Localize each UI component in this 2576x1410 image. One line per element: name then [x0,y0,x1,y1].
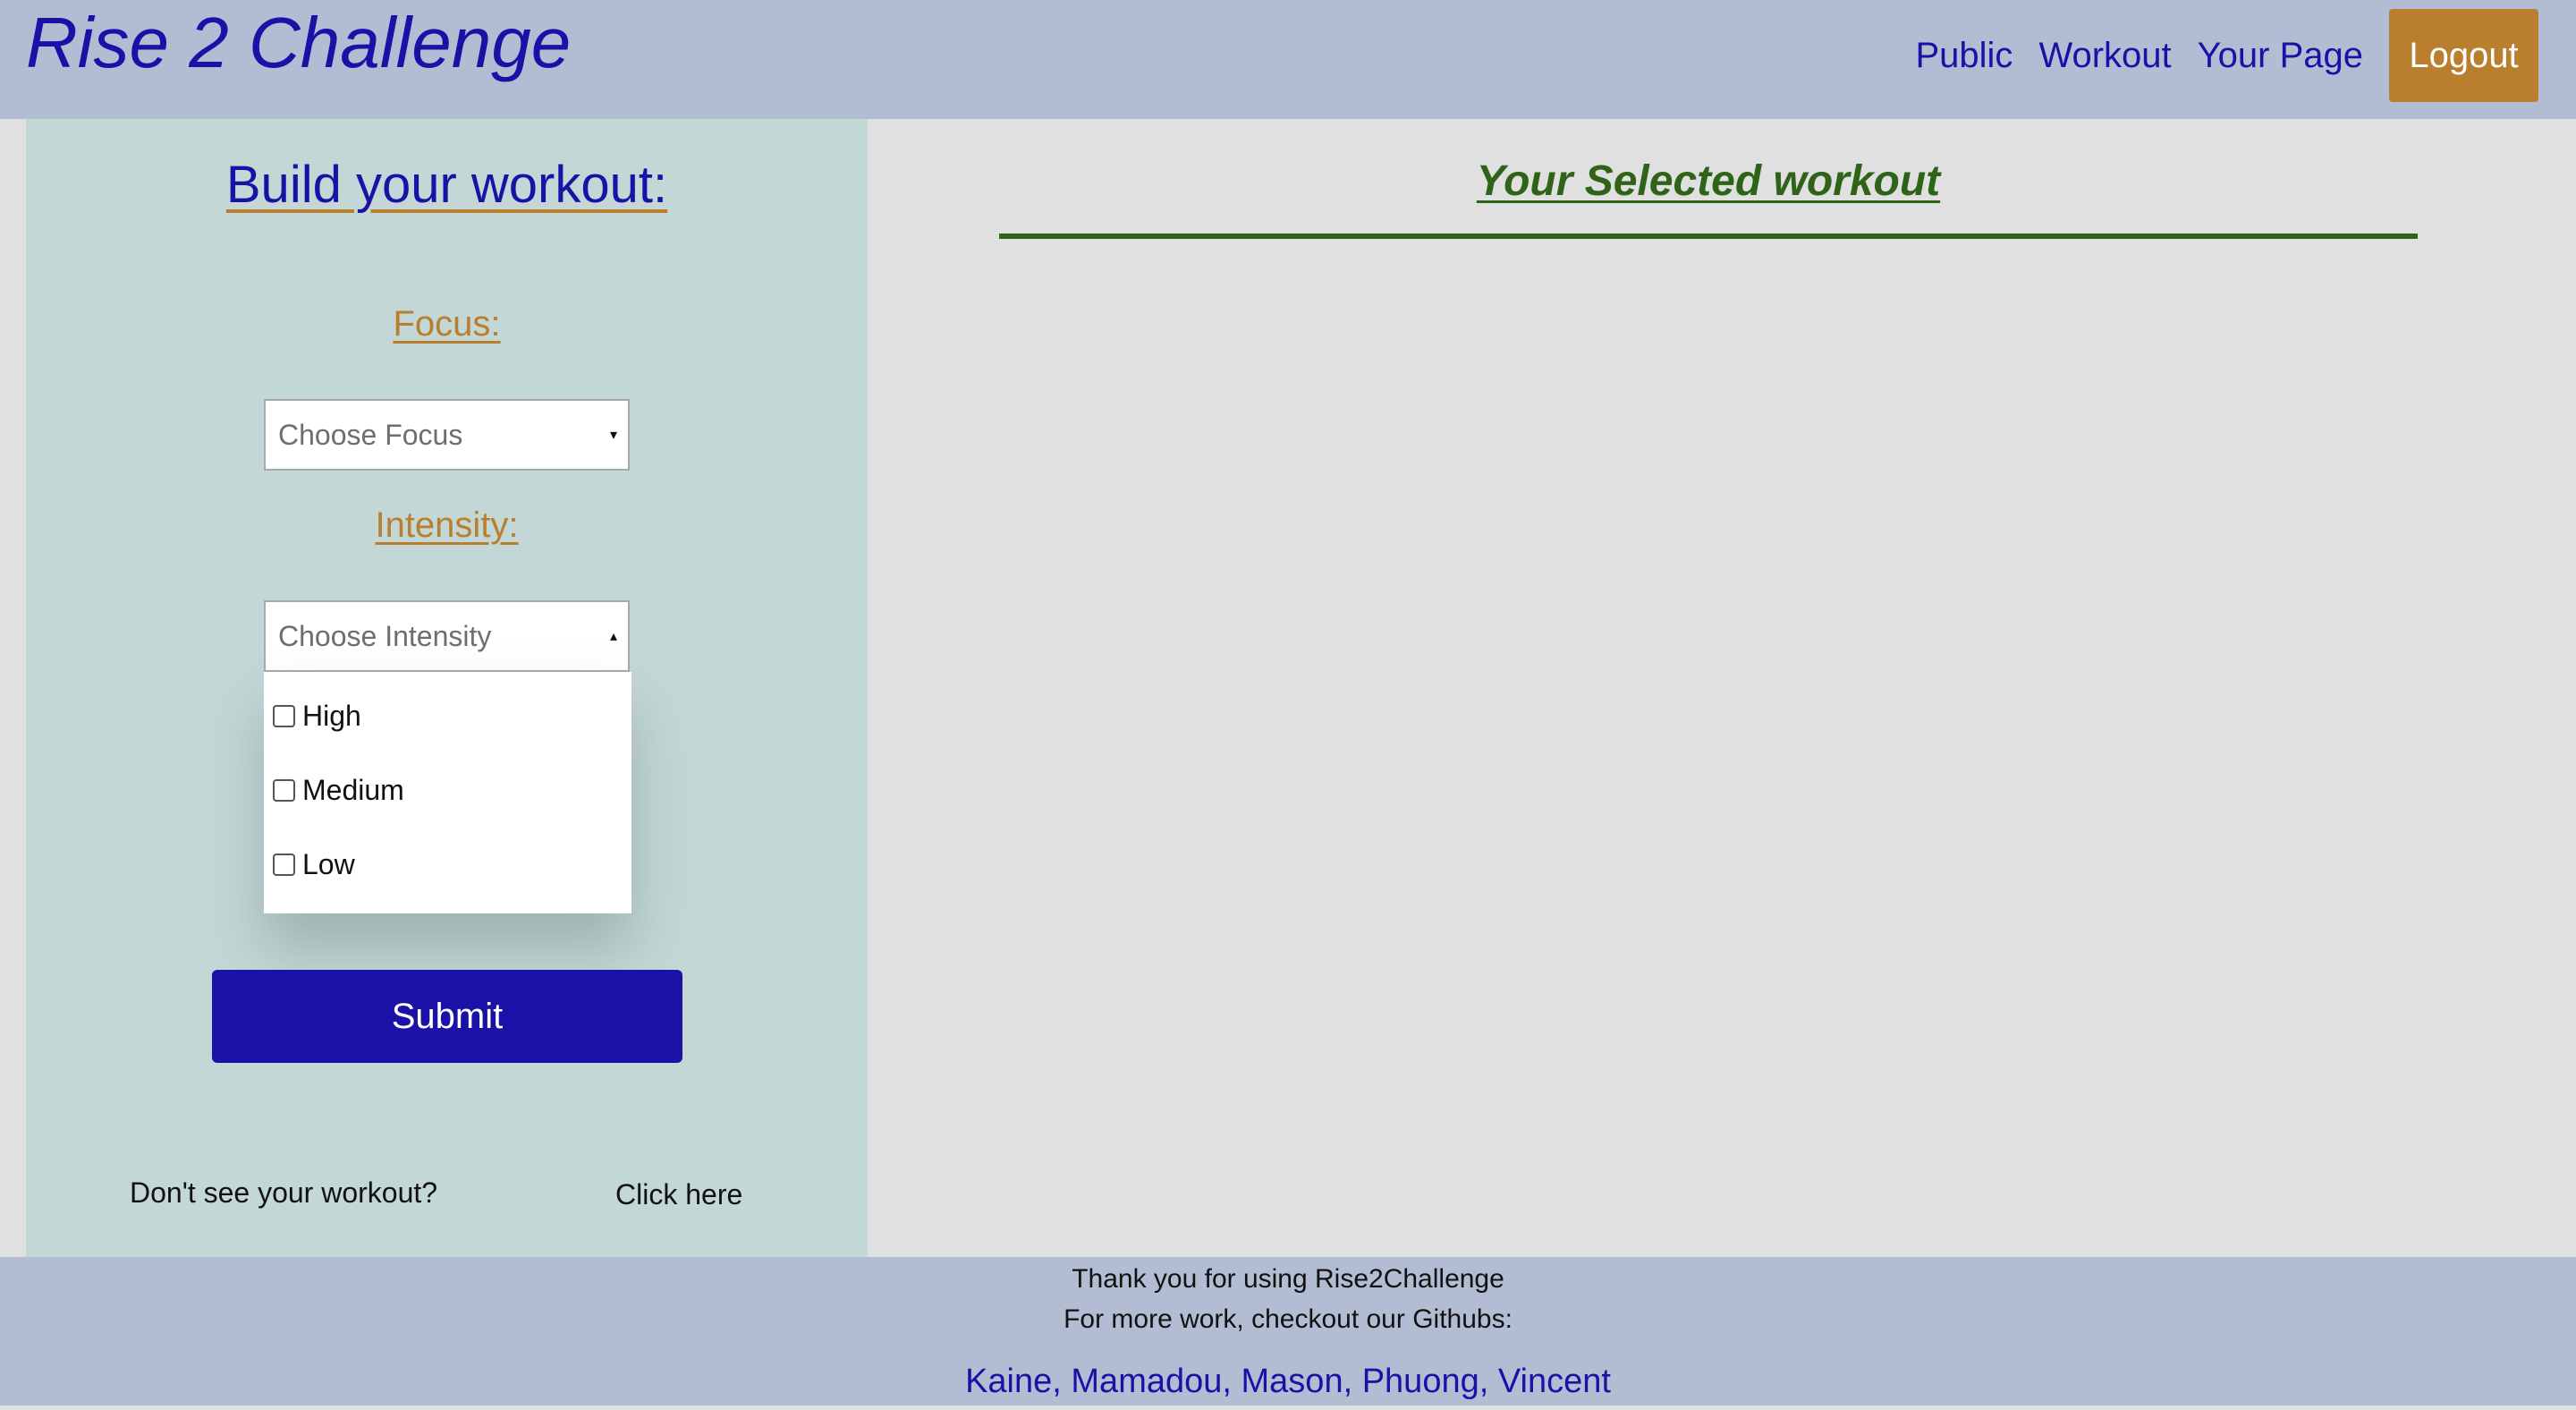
low-checkbox[interactable] [273,854,295,876]
divider [999,234,2418,239]
option-label: High [302,700,361,732]
workout-builder-panel: Build your workout: Focus: Choose Focus … [26,119,868,1257]
focus-select-placeholder: Choose Focus [278,418,463,451]
click-here-link[interactable]: Click here [615,1178,742,1211]
option-label: Low [302,848,355,880]
github-link-mamadou[interactable]: Mamadou [1071,1363,1222,1400]
github-link-phuong[interactable]: Phuong [1362,1363,1479,1400]
intensity-select-placeholder: Choose Intensity [278,619,492,652]
focus-select[interactable]: Choose Focus ▾ [264,399,630,471]
github-link-mason[interactable]: Mason [1241,1363,1343,1400]
github-links: Kaine, Mamadou, Mason, Phuong, Vincent [0,1363,2576,1401]
submit-button[interactable]: Submit [212,970,682,1063]
selected-workout-title: Your Selected workout [1476,157,1941,205]
nav-link-public[interactable]: Public [1915,36,2012,76]
builder-title: Build your workout: [225,156,668,214]
high-checkbox[interactable] [273,705,295,727]
brand-title[interactable]: Rise 2 Challenge [26,0,571,86]
option-label: Medium [302,774,404,806]
intensity-option-high[interactable]: High [264,679,631,753]
footer-more-work: For more work, checkout our Githubs: [1063,1304,1513,1334]
nav-link-your-page[interactable]: Your Page [2198,36,2363,76]
footer-thanks: Thank you for using Rise2Challenge [1072,1264,1504,1294]
focus-label: Focus: [393,304,501,344]
separator: , [1343,1363,1362,1400]
nav-bar: Public Workout Your Page Logout [1915,9,2538,102]
chevron-up-icon: ▴ [609,629,617,644]
github-link-vincent[interactable]: Vincent [1498,1363,1611,1400]
nav-link-workout[interactable]: Workout [2038,36,2171,76]
intensity-option-low[interactable]: Low [264,828,631,902]
logout-button[interactable]: Logout [2389,9,2538,102]
chevron-down-icon: ▾ [609,428,617,443]
separator: , [1222,1363,1241,1400]
header: Rise 2 Challenge Public Workout Your Pag… [0,0,2576,119]
github-link-kaine[interactable]: Kaine [965,1363,1052,1400]
intensity-dropdown: High Medium Low [264,672,631,913]
medium-checkbox[interactable] [273,779,295,802]
separator: , [1052,1363,1072,1400]
footer: Thank you for using Rise2Challenge For m… [0,1257,2576,1406]
intensity-option-medium[interactable]: Medium [264,753,631,828]
selected-workout-panel: Your Selected workout [868,119,2576,1257]
separator: , [1479,1363,1498,1400]
missing-workout-text: Don't see your workout? [130,1176,438,1209]
intensity-label: Intensity: [375,505,519,545]
intensity-select[interactable]: Choose Intensity ▴ [264,600,630,672]
